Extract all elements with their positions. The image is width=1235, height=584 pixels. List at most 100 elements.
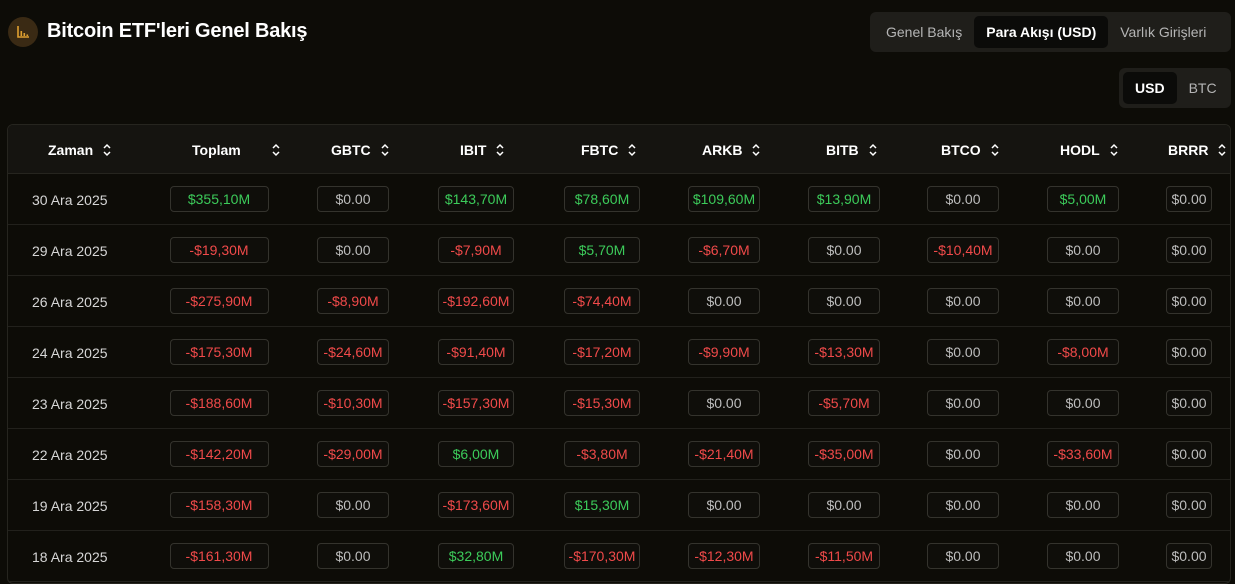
sort-icon[interactable] [751,143,761,157]
chart-icon [8,17,38,47]
flow-value-fbtc: -$15,30M [564,390,640,416]
flow-value-gbtc: -$8,90M [317,288,389,314]
flow-value-gbtc: -$10,30M [317,390,389,416]
flow-value-brrr: $0.00 [1166,186,1212,212]
flow-value-gbtc: $0.00 [317,543,389,569]
flow-value-bitb: -$35,00M [808,441,880,467]
sort-icon[interactable] [380,143,390,157]
column-header-hodl[interactable]: HODL [1060,125,1119,174]
flow-value-arkb: -$6,70M [688,237,760,263]
column-header-label: BITB [826,141,859,158]
table-row: 29 Ara 2025 -$19,30M $0.00 -$7,90M $5,70M -$6… [8,225,1230,276]
unit-btc-button[interactable]: BTC [1177,72,1229,104]
flow-value-hodl: $0.00 [1047,288,1119,314]
table-row: 26 Ara 2025 -$275,90M -$8,90M -$192,60M -$74… [8,276,1230,327]
column-header-toplam[interactable]: Toplam [192,125,281,174]
flow-value-brrr: $0.00 [1166,390,1212,416]
flow-value-fbtc: -$17,20M [564,339,640,365]
flow-value-bitb: $0.00 [808,288,880,314]
flow-value-btco: $0.00 [927,390,999,416]
flow-value-ibit: -$7,90M [438,237,514,263]
flow-value-ibit: -$157,30M [438,390,514,416]
flow-value-fbtc: $5,70M [564,237,640,263]
page-title: Bitcoin ETF'leri Genel Bakış [47,20,308,42]
flow-value-gbtc: -$24,60M [317,339,389,365]
column-header-label: BTCO [941,141,981,158]
flow-value-arkb: $109,60M [688,186,760,212]
column-header-fbtc[interactable]: FBTC [581,125,637,174]
flow-value-btco: $0.00 [927,441,999,467]
tab-varlik-girisleri[interactable]: Varlık Girişleri [1108,16,1218,48]
table-row: 22 Ara 2025 -$142,20M -$29,00M $6,00M -$3,80… [8,429,1230,480]
flow-value-ibit: -$91,40M [438,339,514,365]
flow-value-brrr: $0.00 [1166,339,1212,365]
flow-value-ibit: -$173,60M [438,492,514,518]
flow-value-btco: $0.00 [927,339,999,365]
sort-icon[interactable] [868,143,878,157]
flow-value-btco: -$10,40M [927,237,999,263]
etf-flow-table: Zaman Toplam GBTC IBIT FBTC ARKB BITB BTCO HODL B… [7,124,1231,584]
table-row: 30 Ara 2025 $355,10M $0.00 $143,70M $78,60M $… [8,174,1230,225]
flow-value-arkb: $0.00 [688,390,760,416]
sort-icon[interactable] [990,143,1000,157]
table-row: 23 Ara 2025 -$188,60M -$10,30M -$157,30M -$1… [8,378,1230,429]
tab-genel-bakis[interactable]: Genel Bakış [874,16,974,48]
sort-icon[interactable] [271,143,281,157]
column-header-bitb[interactable]: BITB [826,125,878,174]
flow-value-ibit: $6,00M [438,441,514,467]
sort-icon[interactable] [1109,143,1119,157]
row-date: 22 Ara 2025 [32,446,108,463]
flow-value-gbtc: $0.00 [317,492,389,518]
column-header-zaman[interactable]: Zaman [48,125,112,174]
tab-para-akisi[interactable]: Para Akışı (USD) [974,16,1109,48]
flow-value-ibit: $143,70M [438,186,514,212]
flow-value-ibit: $32,80M [438,543,514,569]
flow-value-bitb: $0.00 [808,492,880,518]
unit-usd-button[interactable]: USD [1123,72,1177,104]
flow-value-brrr: $0.00 [1166,492,1212,518]
flow-value-btco: $0.00 [927,288,999,314]
flow-value-toplam: -$158,30M [169,492,269,518]
flow-value-toplam: -$161,30M [169,543,269,569]
flow-value-hodl: $0.00 [1047,390,1119,416]
sort-icon[interactable] [495,143,505,157]
flow-value-arkb: -$21,40M [688,441,760,467]
sort-icon[interactable] [627,143,637,157]
flow-value-hodl: $0.00 [1047,237,1119,263]
sort-icon[interactable] [102,143,112,157]
row-date: 18 Ara 2025 [32,548,108,565]
page-header: Bitcoin ETF'leri Genel Bakış Genel Bakış… [0,0,1235,64]
flow-value-btco: $0.00 [927,492,999,518]
column-header-label: FBTC [581,141,619,158]
sort-icon[interactable] [1217,143,1227,157]
flow-value-fbtc: -$3,80M [564,441,640,467]
column-header-arkb[interactable]: ARKB [702,125,761,174]
flow-value-arkb: $0.00 [688,492,760,518]
flow-value-gbtc: $0.00 [317,186,389,212]
flow-value-hodl: $0.00 [1047,492,1119,518]
column-header-label: Zaman [48,141,94,158]
flow-value-gbtc: $0.00 [317,237,389,263]
column-header-ibit[interactable]: IBIT [460,125,505,174]
flow-value-hodl: $0.00 [1047,543,1119,569]
flow-value-arkb: $0.00 [688,288,760,314]
flow-value-toplam: -$19,30M [169,237,269,263]
column-header-brrr[interactable]: BRRR [1168,125,1227,174]
column-header-label: GBTC [331,141,371,158]
flow-value-arkb: -$12,30M [688,543,760,569]
column-header-label: IBIT [460,141,487,158]
table-row: 24 Ara 2025 -$175,30M -$24,60M -$91,40M -$17… [8,327,1230,378]
table-header: Zaman Toplam GBTC IBIT FBTC ARKB BITB BTCO HODL B… [8,125,1230,174]
flow-value-toplam: -$175,30M [169,339,269,365]
flow-value-toplam: -$275,90M [169,288,269,314]
column-header-gbtc[interactable]: GBTC [331,125,390,174]
column-header-btco[interactable]: BTCO [941,125,1000,174]
flow-value-toplam: $355,10M [169,186,269,212]
row-date: 29 Ara 2025 [32,242,108,259]
flow-value-bitb: -$11,50M [808,543,880,569]
row-date: 26 Ara 2025 [32,293,108,310]
flow-value-fbtc: $78,60M [564,186,640,212]
flow-value-gbtc: -$29,00M [317,441,389,467]
table-row: 18 Ara 2025 -$161,30M $0.00 $32,80M -$170,30… [8,531,1230,582]
flow-value-bitb: -$5,70M [808,390,880,416]
